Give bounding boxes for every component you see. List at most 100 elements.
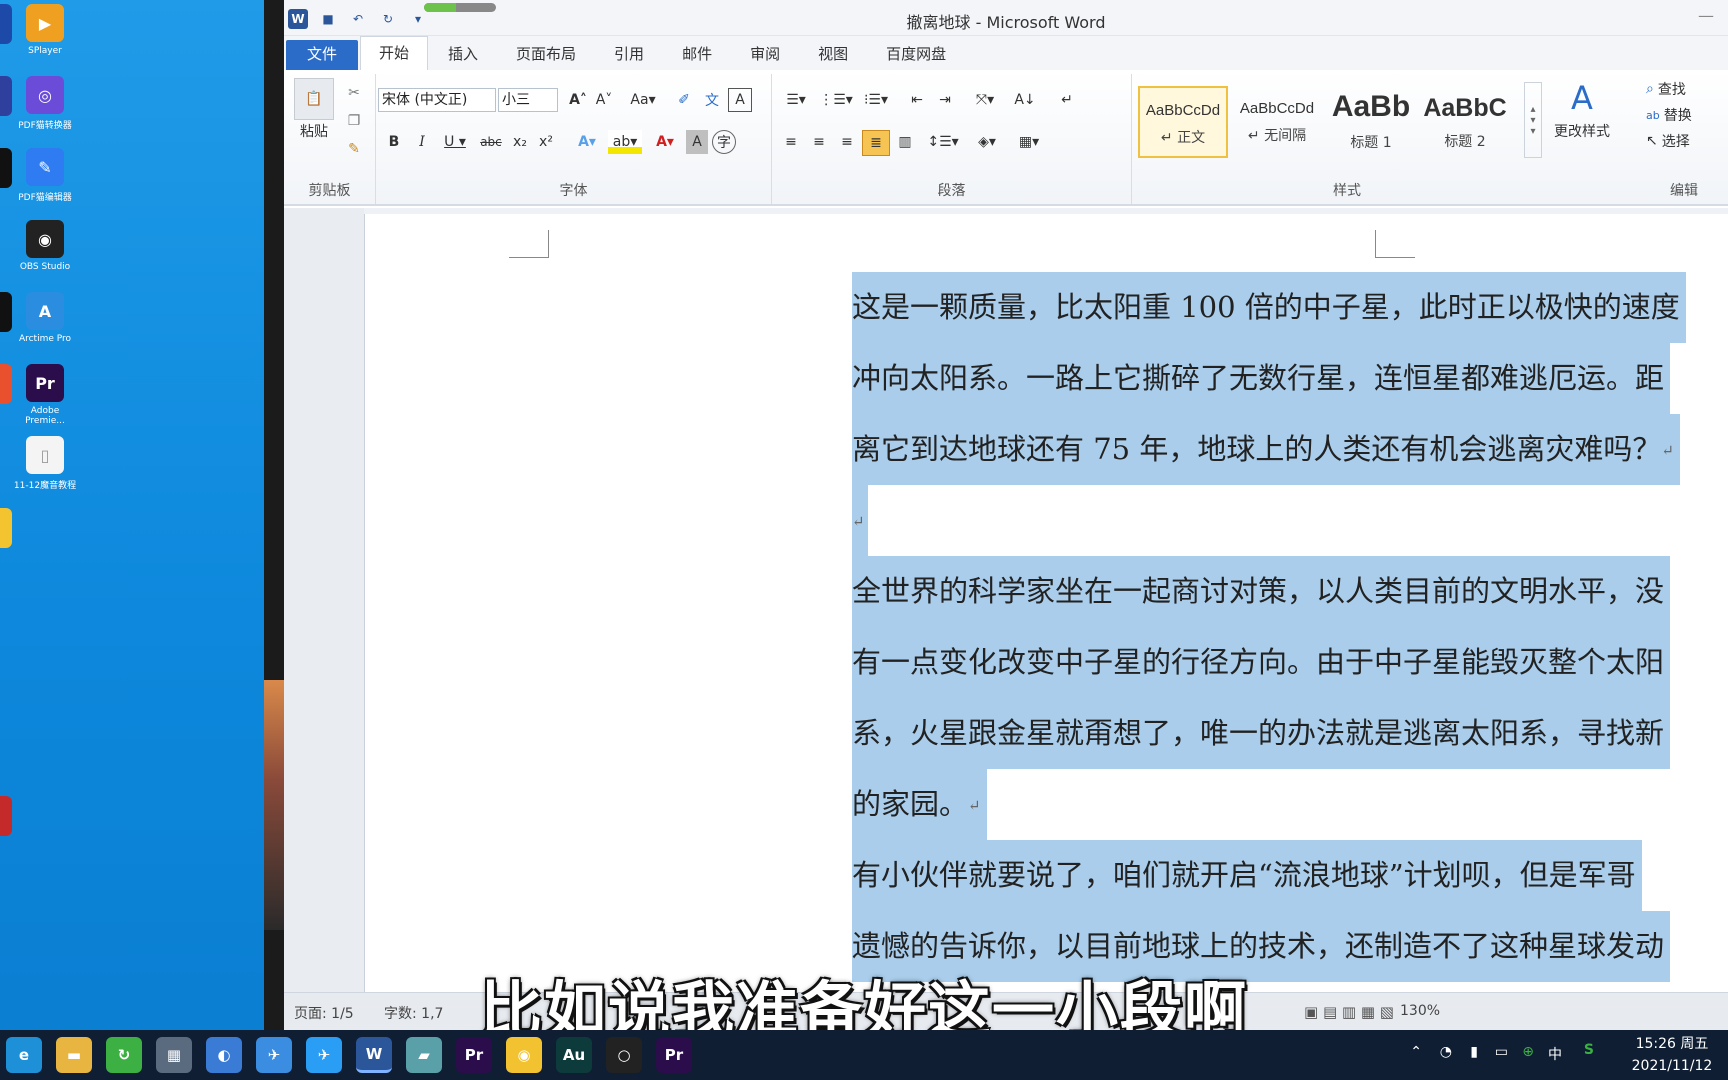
tab-6[interactable]: 审阅 bbox=[732, 40, 798, 70]
italic-icon[interactable]: I bbox=[410, 130, 434, 154]
desktop-icon[interactable]: ◉ OBS Studio bbox=[12, 220, 78, 272]
ime-indicator[interactable]: 中 bbox=[1548, 1044, 1562, 1064]
document-line[interactable]: 的家园。↵ bbox=[852, 769, 1728, 840]
char-border-icon[interactable]: A bbox=[728, 88, 752, 112]
font-color-icon[interactable]: A▾ bbox=[648, 130, 682, 154]
enclose-char-icon[interactable]: 字 bbox=[712, 130, 736, 154]
clock[interactable]: 15:26 周五 2021/11/12 bbox=[1622, 1033, 1722, 1077]
desktop-icon[interactable]: ◎ PDF猫转换器 bbox=[12, 76, 78, 131]
format-painter-icon[interactable]: ✎ bbox=[342, 138, 366, 160]
desktop-icon[interactable]: ▯ 11-12魔音教程 bbox=[12, 436, 78, 491]
strikethrough-icon[interactable]: abc bbox=[476, 130, 506, 154]
tab-8[interactable]: 百度网盘 bbox=[868, 40, 964, 70]
document-line[interactable]: 系，火星跟金星就甭想了，唯一的办法就是逃离太阳系，寻找新 bbox=[852, 698, 1728, 769]
replace-button[interactable]: ab 替换 bbox=[1646, 104, 1726, 126]
partial-icon[interactable] bbox=[0, 796, 12, 836]
bullets-icon[interactable]: ☰▾ bbox=[778, 88, 814, 112]
taskbar-browser-icon[interactable]: ◐ bbox=[206, 1037, 242, 1073]
underline-icon[interactable]: U ▾ bbox=[438, 130, 472, 154]
decrease-indent-icon[interactable]: ⇤ bbox=[904, 88, 930, 112]
multilevel-list-icon[interactable]: ⁝☰▾ bbox=[858, 88, 894, 112]
sort-icon[interactable]: A↓ bbox=[1012, 88, 1038, 112]
taskbar-calculator-icon[interactable]: ▦ bbox=[156, 1037, 192, 1073]
line-spacing-icon[interactable]: ↕☰▾ bbox=[926, 130, 960, 154]
numbering-icon[interactable]: ⋮☰▾ bbox=[818, 88, 854, 112]
minimize-icon[interactable]: — bbox=[1698, 6, 1714, 25]
align-center-icon[interactable]: ≡ bbox=[806, 130, 832, 154]
taskbar-premiere2-icon[interactable]: Pr bbox=[656, 1037, 692, 1073]
bold-icon[interactable]: B bbox=[382, 130, 406, 154]
document-line[interactable]: 全世界的科学家坐在一起商讨对策，以人类目前的文明水平，没 bbox=[852, 556, 1728, 627]
desktop-icon[interactable]: ▶ SPlayer bbox=[12, 4, 78, 56]
partial-icon[interactable] bbox=[0, 508, 12, 548]
taskbar-chat-icon[interactable]: ◉ bbox=[506, 1037, 542, 1073]
change-styles-icon[interactable]: A bbox=[1552, 79, 1612, 117]
taskbar-audition-icon[interactable]: Au bbox=[556, 1037, 592, 1073]
grow-font-icon[interactable]: A˄ bbox=[566, 88, 590, 112]
tab-5[interactable]: 邮件 bbox=[664, 40, 730, 70]
font-name-select[interactable]: 宋体 (中文正) bbox=[378, 88, 496, 112]
partial-icon[interactable] bbox=[0, 148, 12, 188]
document-line[interactable]: 冲向太阳系。一路上它撕碎了无数行星，连恒星都难逃厄运。距 bbox=[852, 343, 1728, 414]
tray-plus-icon[interactable]: ⊕ bbox=[1522, 1044, 1534, 1060]
borders-icon[interactable]: ▦▾ bbox=[1012, 130, 1046, 154]
subscript-icon[interactable]: x₂ bbox=[508, 130, 532, 154]
taskbar-edge-icon[interactable]: e bbox=[6, 1037, 42, 1073]
styles-scroll-icon[interactable]: ▴ ▾ ▾ bbox=[1524, 82, 1542, 158]
desktop-icon[interactable]: Pr Adobe Premie... bbox=[12, 364, 78, 426]
network-icon[interactable]: ▭ bbox=[1495, 1044, 1508, 1060]
taskbar-bird-icon[interactable]: ✈ bbox=[306, 1037, 342, 1073]
taskbar-premiere-icon[interactable]: Pr bbox=[456, 1037, 492, 1073]
change-styles-button[interactable]: 更改样式 bbox=[1542, 120, 1622, 142]
shrink-font-icon[interactable]: A˅ bbox=[592, 88, 616, 112]
document-line[interactable]: ↵ bbox=[852, 485, 1728, 556]
superscript-icon[interactable]: x² bbox=[534, 130, 558, 154]
tab-2[interactable]: 插入 bbox=[430, 40, 496, 70]
text-direction-icon[interactable]: ⤧▾ bbox=[968, 88, 1002, 112]
tray-pen-icon[interactable]: ▮ bbox=[1470, 1044, 1478, 1060]
distributed-icon[interactable]: ▥ bbox=[892, 130, 918, 154]
tray-chevron-icon[interactable]: ⌃ bbox=[1410, 1044, 1422, 1060]
document-line[interactable]: 离它到达地球还有 75 年，地球上的人类还有机会逃离灾难吗？↵ bbox=[852, 414, 1728, 485]
cut-icon[interactable]: ✂ bbox=[342, 82, 366, 104]
partial-icon[interactable] bbox=[0, 364, 12, 404]
clear-format-icon[interactable]: ✐ bbox=[672, 88, 696, 112]
paste-icon[interactable]: 📋 bbox=[294, 78, 334, 120]
taskbar-notes-icon[interactable]: ▰ bbox=[406, 1037, 442, 1073]
taskbar-refresh-icon[interactable]: ↻ bbox=[106, 1037, 142, 1073]
align-left-icon[interactable]: ≡ bbox=[778, 130, 804, 154]
document-line[interactable]: 有小伙伴就要说了，咱们就开启“流浪地球”计划呗，但是军哥 bbox=[852, 840, 1728, 911]
justify-icon[interactable]: ≣ bbox=[862, 130, 890, 156]
change-case-icon[interactable]: Aa▾ bbox=[626, 88, 660, 112]
shading-icon[interactable]: ◈▾ bbox=[970, 130, 1004, 154]
style-item[interactable]: AaBbCcDd ↵ 无间隔 bbox=[1232, 86, 1322, 158]
partial-icon[interactable] bbox=[0, 292, 12, 332]
tray-app-icon[interactable]: ◔ bbox=[1440, 1044, 1452, 1060]
tab-7[interactable]: 视图 bbox=[800, 40, 866, 70]
style-item[interactable]: AaBb 标题 1 bbox=[1326, 86, 1416, 158]
document-line[interactable]: 有一点变化改变中子星的行径方向。由于中子星能毁灭整个太阳 bbox=[852, 627, 1728, 698]
tab-0[interactable]: 文件 bbox=[286, 40, 358, 70]
highlight-icon[interactable]: ab▾ bbox=[608, 130, 642, 154]
document-text[interactable]: 这是一颗质量，比太阳重 100 倍的中子星，此时正以极快的速度 冲向太阳系。一路上… bbox=[852, 272, 1728, 982]
document-line[interactable]: 这是一颗质量，比太阳重 100 倍的中子星，此时正以极快的速度 bbox=[852, 272, 1728, 343]
taskbar-feishu-icon[interactable]: ✈ bbox=[256, 1037, 292, 1073]
char-shading-icon[interactable]: A bbox=[686, 130, 708, 154]
desktop-icon[interactable]: ✎ PDF猫编辑器 bbox=[12, 148, 78, 203]
taskbar-obs-icon[interactable]: ○ bbox=[606, 1037, 642, 1073]
partial-icon[interactable] bbox=[0, 4, 12, 44]
select-button[interactable]: ↖ 选择 bbox=[1646, 130, 1726, 152]
tab-3[interactable]: 页面布局 bbox=[498, 40, 594, 70]
text-effects-icon[interactable]: A▾ bbox=[572, 130, 602, 154]
desktop-icon[interactable]: A Arctime Pro bbox=[12, 292, 78, 344]
align-right-icon[interactable]: ≡ bbox=[834, 130, 860, 154]
sogou-icon[interactable]: S bbox=[1584, 1042, 1594, 1058]
increase-indent-icon[interactable]: ⇥ bbox=[932, 88, 958, 112]
taskbar-word-icon[interactable]: W bbox=[356, 1037, 392, 1073]
show-marks-icon[interactable]: ↵ bbox=[1054, 88, 1080, 112]
phonetic-icon[interactable]: 文 bbox=[700, 88, 724, 112]
tab-4[interactable]: 引用 bbox=[596, 40, 662, 70]
taskbar-folder-icon[interactable]: ▬ bbox=[56, 1037, 92, 1073]
copy-icon[interactable]: ❐ bbox=[342, 110, 366, 132]
style-item[interactable]: AaBbCcDd ↵ 正文 bbox=[1138, 86, 1228, 158]
